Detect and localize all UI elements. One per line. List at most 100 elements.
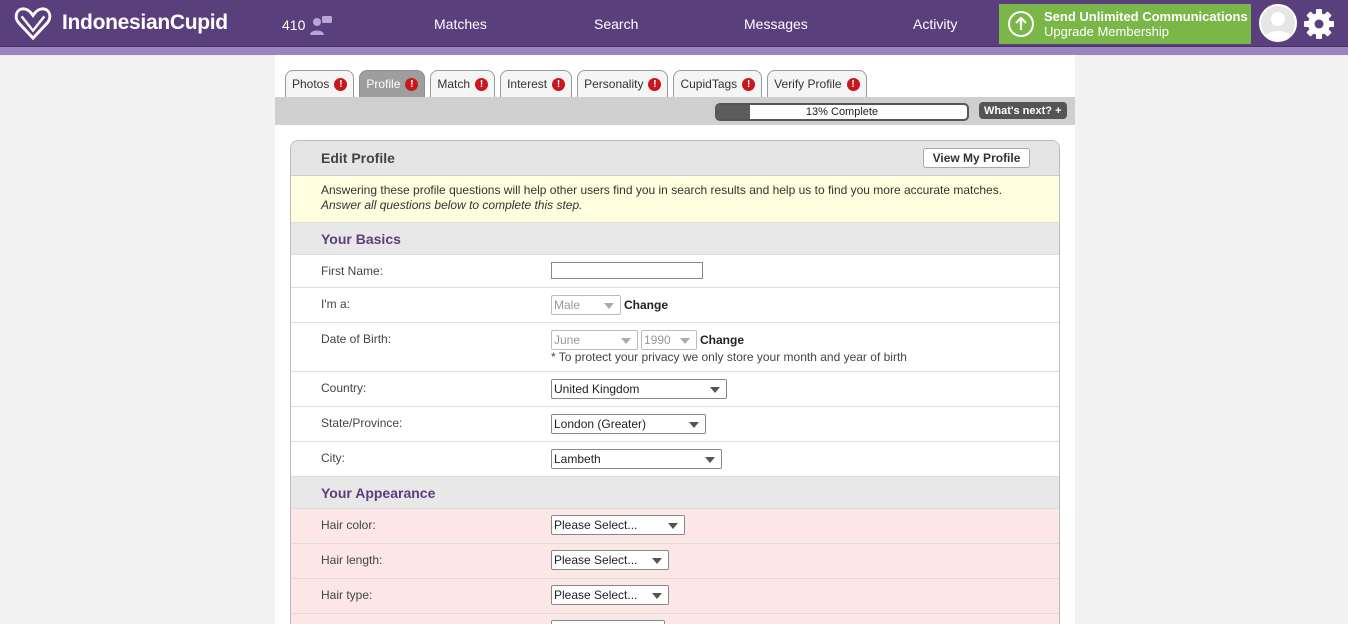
hair-length-value: Please Select...	[554, 553, 638, 567]
warning-icon: !	[552, 77, 566, 91]
country-label: Country:	[321, 381, 367, 395]
profile-tabs: Photos! Profile! Match! Interest! Person…	[285, 70, 872, 97]
chevron-down-icon	[710, 387, 720, 393]
city-label: City:	[321, 451, 345, 465]
tab-match[interactable]: Match!	[430, 70, 496, 97]
intro-notice: Answering these profile questions will h…	[291, 176, 1059, 223]
online-users-counter[interactable]: 410	[282, 14, 333, 36]
hair-color-label: Hair color:	[321, 518, 376, 532]
nav-search[interactable]: Search	[594, 16, 638, 32]
tab-verify-profile[interactable]: Verify Profile!	[767, 70, 867, 97]
row-hair-type: Hair type: Please Select...	[291, 579, 1059, 614]
gender-select[interactable]: Male	[551, 295, 621, 315]
row-first-name: First Name:	[291, 255, 1059, 288]
first-name-input[interactable]	[551, 262, 703, 279]
header-stripe	[0, 47, 1348, 55]
main-content: Photos! Profile! Match! Interest! Person…	[275, 55, 1075, 624]
row-gender: I'm a: Male Change	[291, 288, 1059, 323]
dob-month-select[interactable]: June	[551, 330, 638, 350]
warning-icon: !	[742, 77, 756, 91]
progress-label: 13% Complete	[805, 106, 879, 118]
section-your-basics: Your Basics	[291, 223, 1059, 255]
chevron-down-icon	[652, 558, 662, 564]
chevron-down-icon	[604, 303, 614, 309]
hair-length-select[interactable]: Please Select...	[551, 550, 669, 570]
whats-next-button[interactable]: What's next? +	[979, 102, 1067, 119]
tab-photos[interactable]: Photos!	[285, 70, 355, 97]
brand-name: IndonesianCupid	[62, 11, 228, 34]
row-date-of-birth: Date of Birth: June 1990 Change * To pro…	[291, 323, 1059, 372]
tab-interest[interactable]: Interest!	[500, 70, 573, 97]
gender-label: I'm a:	[321, 297, 350, 311]
tab-label: CupidTags	[680, 77, 738, 91]
hair-color-select[interactable]: Please Select...	[551, 515, 685, 535]
chevron-down-icon	[689, 422, 699, 428]
hair-type-select[interactable]: Please Select...	[551, 585, 669, 605]
dob-year-value: 1990	[644, 333, 671, 347]
upgrade-subtitle: Upgrade Membership	[1044, 24, 1170, 39]
tab-label: Personality	[584, 77, 644, 91]
chevron-down-icon	[680, 338, 690, 344]
users-chat-icon	[310, 16, 333, 35]
warning-icon: !	[405, 77, 419, 91]
dob-label: Date of Birth:	[321, 332, 392, 346]
nav-matches[interactable]: Matches	[434, 16, 487, 32]
upload-arrow-icon	[1008, 11, 1034, 37]
change-gender-link[interactable]: Change	[624, 298, 668, 312]
progress-strip: 13% Complete What's next? +	[275, 97, 1075, 125]
tab-label: Interest	[507, 77, 548, 91]
tab-personality[interactable]: Personality!	[577, 70, 669, 97]
warning-icon: !	[648, 77, 662, 91]
chevron-down-icon	[705, 457, 715, 463]
city-value: Lambeth	[554, 452, 601, 466]
dob-privacy-note: * To protect your privacy we only store …	[551, 350, 907, 364]
warning-icon: !	[475, 77, 489, 91]
dob-month-value: June	[554, 333, 581, 347]
tab-profile[interactable]: Profile!	[359, 70, 426, 97]
row-hair-length: Hair length: Please Select...	[291, 544, 1059, 579]
first-name-label: First Name:	[321, 264, 384, 278]
nav-activity[interactable]: Activity	[913, 16, 957, 32]
chevron-down-icon	[668, 523, 678, 529]
upgrade-title: Send Unlimited Communications	[1044, 9, 1248, 24]
tab-label: Profile	[366, 77, 401, 91]
nav-messages[interactable]: Messages	[744, 16, 808, 32]
next-question-select[interactable]	[551, 620, 665, 624]
logo[interactable]: IndonesianCupid	[14, 5, 228, 41]
user-silhouette-icon	[1261, 6, 1295, 40]
top-navigation-bar: IndonesianCupid 410 Matches Search Messa…	[0, 0, 1348, 47]
heart-logo-icon	[14, 7, 52, 41]
tab-cupidtags[interactable]: CupidTags!	[673, 70, 763, 97]
chevron-down-icon	[621, 338, 631, 344]
change-dob-link[interactable]: Change	[700, 333, 744, 347]
row-country: Country: United Kingdom	[291, 372, 1059, 407]
chevron-down-icon	[652, 593, 662, 599]
row-city: City: Lambeth	[291, 442, 1059, 477]
page-title: Edit Profile	[321, 150, 395, 166]
tab-label: Photos	[292, 77, 330, 91]
hair-length-label: Hair length:	[321, 553, 383, 567]
avatar[interactable]	[1259, 4, 1297, 42]
intro-text: Answering these profile questions will h…	[321, 183, 1003, 197]
row-state: State/Province: London (Greater)	[291, 407, 1059, 442]
state-value: London (Greater)	[554, 417, 647, 431]
tab-label: Match	[437, 77, 471, 91]
view-my-profile-button[interactable]: View My Profile	[923, 148, 1030, 168]
edit-profile-panel: Edit Profile View My Profile Answering t…	[290, 140, 1060, 624]
panel-header: Edit Profile View My Profile	[291, 141, 1059, 176]
gear-icon[interactable]	[1303, 8, 1335, 40]
country-select[interactable]: United Kingdom	[551, 379, 727, 399]
online-count: 410	[282, 17, 306, 33]
section-your-appearance: Your Appearance	[291, 477, 1059, 509]
upgrade-membership-button[interactable]: Send Unlimited Communications Upgrade Me…	[999, 4, 1251, 44]
hair-type-label: Hair type:	[321, 588, 373, 602]
profile-progress-bar: 13% Complete	[715, 103, 969, 121]
row-hair-color: Hair color: Please Select...	[291, 509, 1059, 544]
dob-year-select[interactable]: 1990	[641, 330, 697, 350]
intro-instruction: Answer all questions below to complete t…	[321, 198, 583, 212]
hair-color-value: Please Select...	[554, 518, 638, 532]
state-select[interactable]: London (Greater)	[551, 414, 706, 434]
country-value: United Kingdom	[554, 382, 640, 396]
city-select[interactable]: Lambeth	[551, 449, 722, 469]
hair-type-value: Please Select...	[554, 588, 638, 602]
